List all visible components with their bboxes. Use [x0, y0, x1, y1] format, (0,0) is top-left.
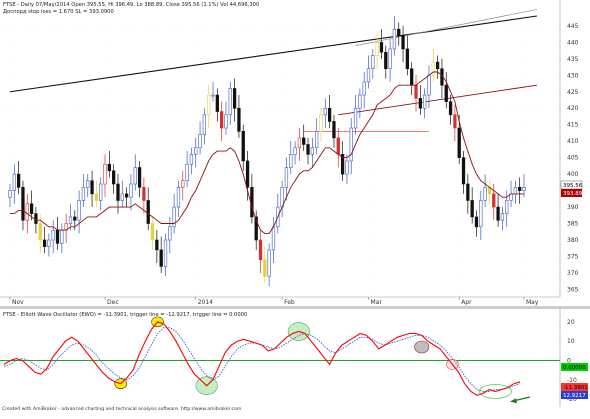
price-axis: 4454404354304254204154104054003953903853…	[559, 0, 579, 297]
price-pane-background	[0, 0, 560, 297]
price-tick-label: 420	[567, 105, 579, 112]
ewo-value-label: -11.3901	[563, 385, 588, 391]
highlight-circle	[414, 340, 430, 354]
osc-tick-label: 10	[567, 338, 575, 345]
price-chart-title: FTSE - Daily 07/May/2014 Open 395.55, Hi…	[3, 2, 259, 8]
time-tick-label: Apr	[461, 299, 472, 306]
oscillator-pane[interactable]: FTSE - Elliott Wave Oscillator (EWO) = -…	[0, 309, 560, 407]
price-tick-label: 385	[567, 221, 579, 228]
price-tick-label: 390	[567, 204, 579, 211]
amibroker-chart-window: FTSE - Daily 07/May/2014 Open 395.55, Hi…	[0, 0, 590, 415]
stop-level-badge: 393.89	[561, 189, 583, 197]
price-tick-label: 440	[567, 39, 579, 46]
oscillator-title: FTSE - Elliott Wave Oscillator (EWO) = -…	[3, 312, 247, 318]
time-tick-label: May	[526, 299, 539, 306]
zero-line-label: 0.00000	[563, 365, 586, 371]
time-tick-label: 2014	[198, 299, 213, 306]
price-tick-label: 445	[567, 23, 579, 30]
price-tick-label: 425	[567, 89, 579, 96]
trigger-value-label: 12.9217	[563, 393, 586, 399]
price-tick-label: 400	[567, 171, 579, 178]
price-pane[interactable]: FTSE - Daily 07/May/2014 Open 395.55, Hi…	[0, 0, 560, 297]
footer-credit: Created with AmiBroker - advanced charti…	[2, 407, 242, 412]
osc-tick-label: 20	[567, 319, 575, 326]
stop-level-label: 393.89	[563, 191, 583, 197]
trigger-value-badge: 12.9217	[561, 391, 588, 399]
time-tick-label: Nov	[12, 299, 24, 306]
price-tick-label: 410	[567, 138, 579, 145]
price-close-badge: 395.56	[560, 180, 583, 190]
time-tick-label: Dec	[107, 299, 119, 306]
price-tick-label: 370	[567, 270, 579, 277]
osc-tick-label: -10	[567, 377, 577, 384]
oscillator-background	[0, 309, 560, 407]
chart-canvas[interactable]: FTSE - Daily 07/May/2014 Open 395.55, Hi…	[0, 0, 590, 415]
price-tick-label: 405	[567, 155, 579, 162]
price-tick-label: 375	[567, 253, 579, 260]
price-tick-label: 415	[567, 122, 579, 129]
price-tick-label: 380	[567, 237, 579, 244]
price-tick-label: 365	[567, 286, 579, 293]
time-tick-label: Feb	[284, 299, 295, 306]
price-tick-label: 435	[567, 56, 579, 63]
pane-separator[interactable]	[0, 306, 590, 309]
ewo-value-badge: -11.3901	[561, 383, 588, 391]
time-tick-label: Mar	[371, 299, 383, 306]
price-chart-subtitle: Доспорд stop loss = 1.670 SL = 393.0900	[3, 9, 114, 15]
zero-line-badge: 0.00000	[561, 363, 588, 371]
time-axis: Nov Dec 2014 Feb Mar Apr May	[0, 296, 560, 307]
price-tick-label: 430	[567, 72, 579, 79]
price-close-label: 395.56	[563, 183, 583, 189]
